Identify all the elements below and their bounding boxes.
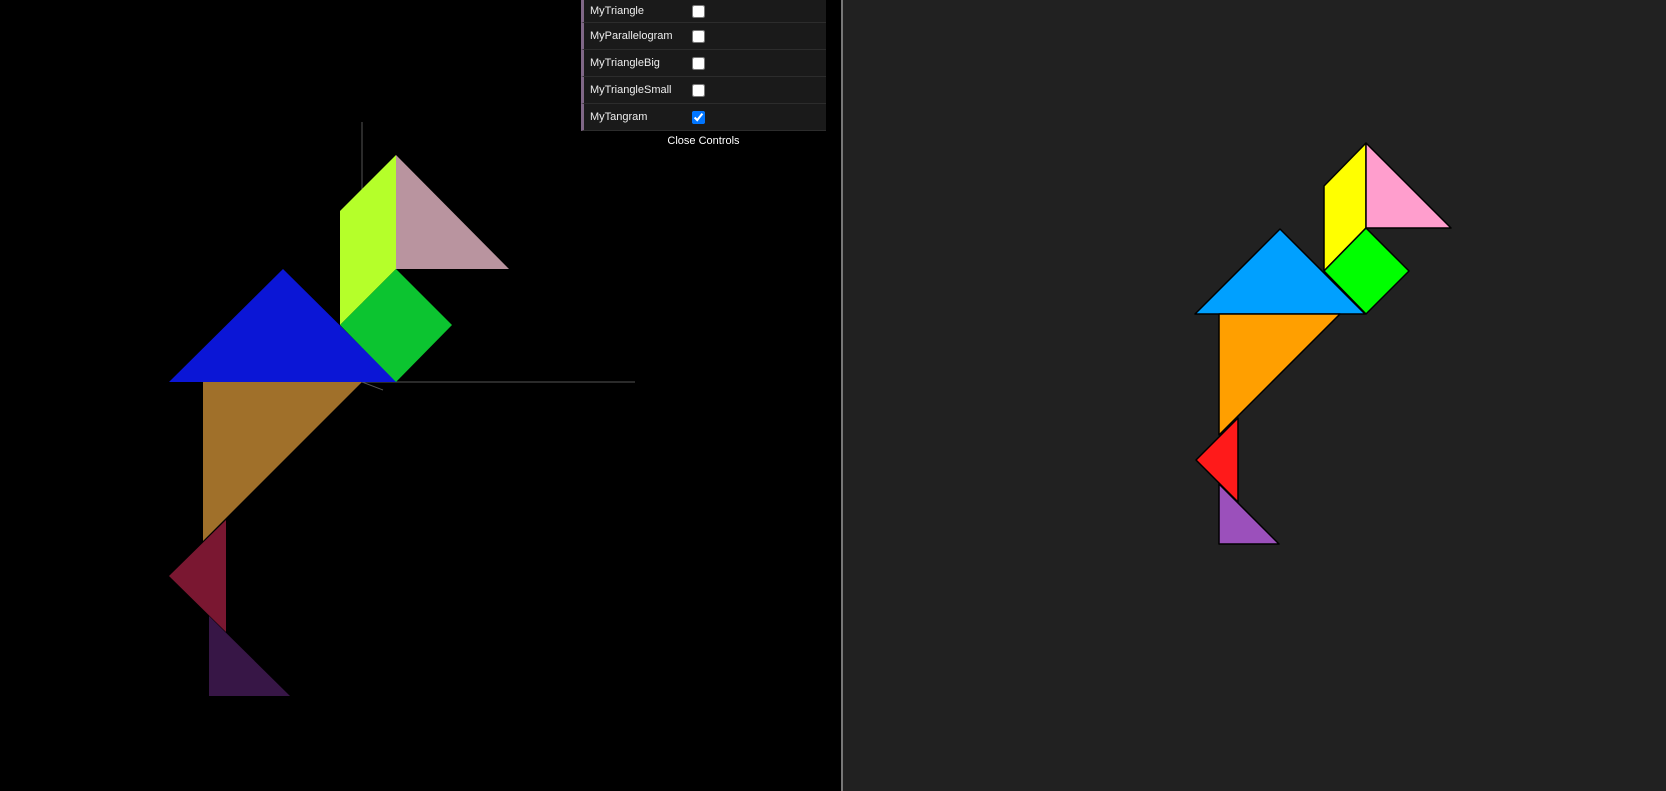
control-row-myparallelogram[interactable]: MyParallelogram — [581, 23, 826, 50]
control-row-mytrianglesmall[interactable]: MyTriangleSmall — [581, 77, 826, 104]
tangram-piece-medium-triangle-pink — [396, 155, 509, 269]
control-label-mytangram: MyTangram — [590, 111, 648, 123]
control-label-mytrianglebig: MyTriangleBig — [590, 57, 660, 69]
control-label-mytrianglesmall: MyTriangleSmall — [590, 84, 672, 96]
reference-piece-small-triangle-red — [1195, 417, 1239, 503]
reference-canvas — [1194, 142, 1452, 545]
controls-panel: MyTriangle MyParallelogram MyTriangleBig… — [581, 0, 826, 151]
mytriangle-checkbox[interactable] — [692, 4, 705, 18]
tangram-piece-small-triangle-purple — [209, 616, 290, 696]
z-axis — [361, 381, 384, 391]
control-row-mytriangle[interactable]: MyTriangle — [581, 0, 826, 23]
tangram-piece-small-triangle-red — [169, 520, 226, 632]
reference-piece-medium-triangle-pink — [1365, 142, 1452, 229]
reference-piece-big-triangle-orange — [1218, 313, 1341, 436]
control-label-mytriangle: MyTriangle — [590, 5, 644, 17]
mytrianglebig-checkbox[interactable] — [692, 56, 705, 70]
close-controls-button[interactable]: Close Controls — [581, 131, 826, 151]
myparallelogram-checkbox[interactable] — [692, 29, 705, 43]
reference-panel — [843, 0, 1666, 791]
mytangram-checkbox[interactable] — [692, 110, 705, 124]
control-row-mytrianglebig[interactable]: MyTriangleBig — [581, 50, 826, 77]
tangram-piece-big-triangle-orange — [203, 382, 362, 541]
mytrianglesmall-checkbox[interactable] — [692, 83, 705, 97]
control-row-mytangram[interactable]: MyTangram — [581, 104, 826, 131]
reference-piece-small-triangle-purple — [1218, 483, 1280, 545]
control-label-myparallelogram: MyParallelogram — [590, 30, 673, 42]
